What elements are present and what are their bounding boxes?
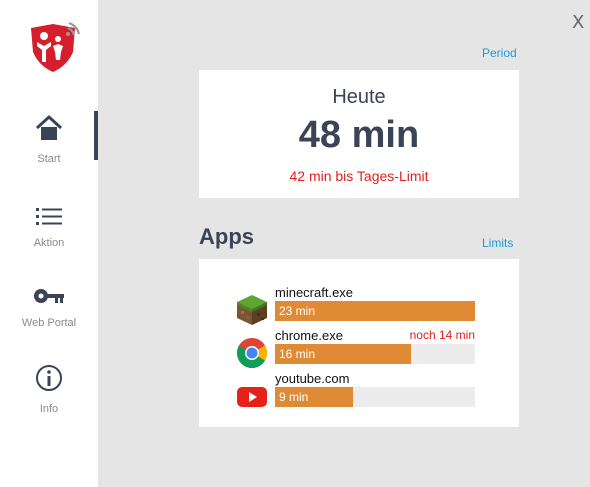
sidebar-item-label: Web Portal [21,317,77,329]
today-limit-text: 42 min bis Tages-Limit [289,168,429,184]
sidebar-item-label: Aktion [33,237,65,249]
usage-bar: 23 min [275,301,475,321]
sidebar-item-start[interactable]: Start [0,114,98,165]
app-logo [27,21,81,74]
app-name: minecraft.exe [275,285,354,300]
youtube-icon [235,379,269,413]
app-row-youtube: youtube.com 9 min [199,371,519,411]
sidebar-item-aktion[interactable]: Aktion [0,206,98,249]
today-card: Heute 48 min 42 min bis Tages-Limit [199,70,519,198]
app-name: chrome.exe [275,328,343,343]
usage-label: 23 min [279,304,316,318]
home-icon [0,114,98,147]
sidebar-item-label: Info [39,403,59,415]
sidebar-item-info[interactable]: Info [0,364,98,415]
minecraft-icon [235,293,269,327]
key-icon [0,286,98,311]
apps-title: Apps [199,224,254,249]
usage-label: 9 min [279,390,309,404]
apps-card: minecraft.exe 23 min chrome.exe noch 14 … [199,259,519,427]
app-row-chrome: chrome.exe noch 14 min 16 min [199,328,519,368]
period-link[interactable]: Period [482,46,517,60]
app-remaining-time: noch 14 min [409,328,475,342]
sidebar: Start Aktion Web Portal Info [0,0,98,487]
chrome-icon [235,336,269,370]
today-title: Heute [332,86,386,108]
app-row-minecraft: minecraft.exe 23 min [199,285,519,325]
today-usage-value: 48 min [298,114,420,156]
list-icon [0,206,98,231]
usage-bar: 9 min [275,387,475,407]
usage-label: 16 min [279,347,316,361]
usage-bar: 16 min [275,344,475,364]
app-name: youtube.com [275,371,350,386]
sidebar-item-label: Start [37,153,61,165]
limits-link[interactable]: Limits [482,236,513,250]
close-button[interactable]: X [572,12,584,33]
info-icon [0,364,98,397]
sidebar-item-web-portal[interactable]: Web Portal [0,286,98,329]
